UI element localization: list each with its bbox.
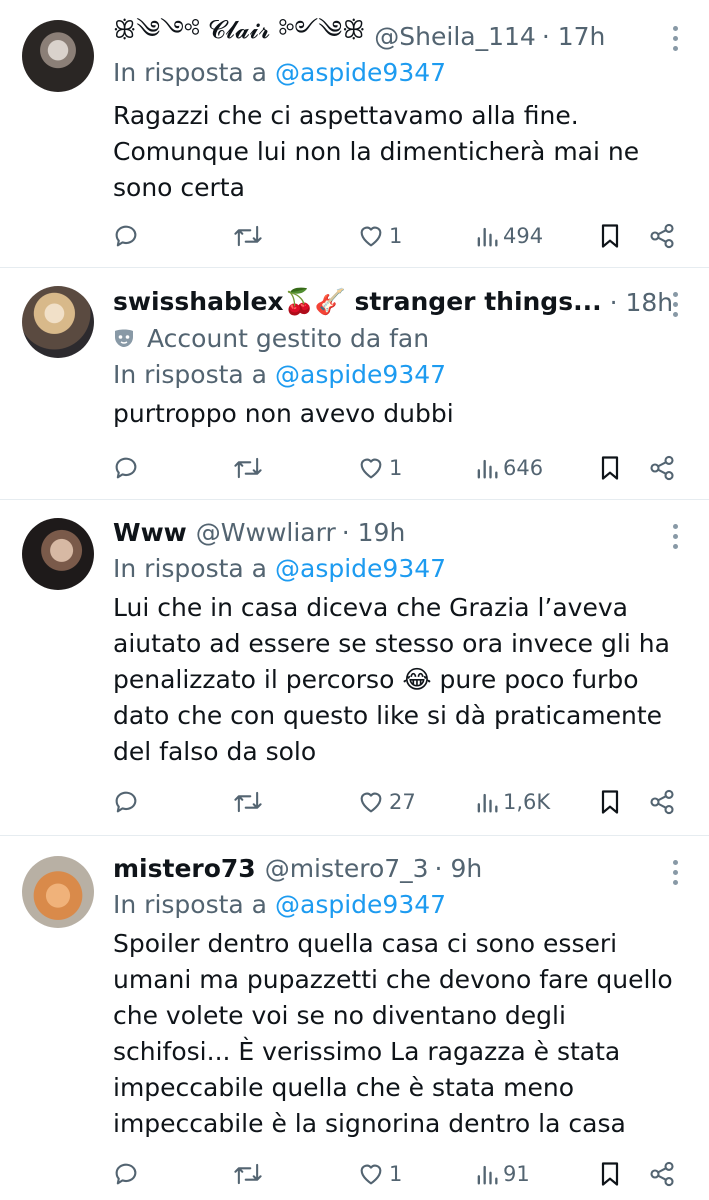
view-count: 494 — [503, 224, 544, 248]
reply-context: In risposta a @aspide9347 — [113, 356, 689, 392]
like-button[interactable]: 1 — [357, 218, 402, 254]
share-icon — [650, 223, 674, 249]
reply-icon — [115, 1163, 137, 1185]
avatar[interactable] — [22, 518, 94, 590]
avatar[interactable] — [22, 856, 94, 928]
bookmark-icon — [601, 1162, 619, 1186]
views-button[interactable]: 1,6K — [475, 784, 550, 820]
reply-icon — [115, 791, 137, 813]
bookmark-button[interactable] — [597, 1156, 623, 1192]
handle[interactable]: @mistero7_3 — [265, 854, 429, 883]
reply-mention[interactable]: @aspide9347 — [275, 890, 446, 919]
bookmark-icon — [601, 224, 619, 248]
like-button[interactable]: 27 — [357, 784, 416, 820]
reply-button[interactable] — [112, 784, 140, 820]
bookmark-button[interactable] — [597, 450, 623, 486]
like-button[interactable]: 1 — [357, 450, 402, 486]
view-count: 1,6K — [503, 790, 551, 814]
share-button[interactable] — [648, 450, 676, 486]
share-icon — [650, 455, 674, 481]
tweet[interactable]: ꕥ༄༺ 𝓒𝓵𝓪𝓲𝓻 ༻༄ꕥ @Sheila_114 · 17h In rispo… — [0, 0, 709, 268]
view-count: 646 — [503, 456, 544, 480]
fan-account-label: Account gestito da fan — [113, 320, 689, 356]
tweet-text: Ragazzi che ci aspettavamo alla fine. Co… — [113, 101, 640, 202]
reply-mention[interactable]: @aspide9347 — [275, 554, 446, 583]
like-count: 27 — [389, 790, 416, 814]
retweet-icon — [234, 457, 262, 479]
views-icon — [477, 459, 498, 479]
like-icon — [360, 1164, 382, 1185]
like-count: 1 — [389, 1162, 403, 1186]
fan-label: Account gestito da fan — [147, 323, 430, 353]
reply-context: In risposta a @aspide9347 — [113, 886, 689, 922]
tweet[interactable]: swisshablex🍒🎸 stranger things... · 18h A… — [0, 268, 709, 500]
share-button[interactable] — [648, 1156, 676, 1192]
views-icon — [477, 227, 498, 247]
reply-button[interactable] — [112, 450, 140, 486]
reply-prefix: In risposta a — [113, 553, 267, 583]
display-name[interactable]: swisshablex🍒🎸 stranger things... — [113, 287, 602, 317]
bookmark-icon — [601, 456, 619, 480]
retweet-button[interactable] — [232, 450, 264, 486]
retweet-icon — [234, 225, 262, 247]
share-icon — [650, 789, 674, 815]
handle[interactable]: @Wwwliarr — [196, 518, 336, 547]
timestamp[interactable]: · 17h — [542, 22, 606, 51]
retweet-icon — [234, 791, 262, 813]
reply-icon — [115, 457, 137, 479]
view-count: 91 — [503, 1162, 530, 1186]
views-icon — [477, 793, 498, 813]
avatar[interactable] — [22, 286, 94, 358]
like-button[interactable]: 1 — [357, 1156, 402, 1192]
reply-icon — [115, 225, 137, 247]
share-icon — [650, 1161, 674, 1187]
tweet-text: Lui che in casa diceva che Grazia l’avev… — [113, 593, 670, 766]
views-button[interactable]: 494 — [475, 218, 543, 254]
like-icon — [360, 226, 382, 247]
timestamp[interactable]: · 9h — [435, 854, 483, 883]
reply-prefix: In risposta a — [113, 359, 267, 389]
reply-mention[interactable]: @aspide9347 — [275, 360, 446, 389]
tweet-text: Spoiler dentro quella casa ci sono esser… — [113, 929, 673, 1138]
reply-context: In risposta a @aspide9347 — [113, 550, 689, 586]
reply-mention[interactable]: @aspide9347 — [275, 58, 446, 87]
timestamp[interactable]: · 18h — [610, 288, 674, 317]
like-icon — [360, 792, 382, 813]
like-count: 1 — [389, 456, 403, 480]
bookmark-button[interactable] — [597, 218, 623, 254]
reply-button[interactable] — [112, 218, 140, 254]
display-name[interactable]: mistero73 — [113, 854, 256, 883]
reply-prefix: In risposta a — [113, 889, 267, 919]
reply-prefix: In risposta a — [113, 57, 267, 87]
like-icon — [360, 458, 382, 479]
bookmark-icon — [601, 790, 619, 814]
views-button[interactable]: 91 — [475, 1156, 530, 1192]
tweet[interactable]: mistero73 @mistero7_3 · 9h In risposta a… — [0, 836, 709, 1200]
views-button[interactable]: 646 — [475, 450, 543, 486]
like-count: 1 — [389, 224, 403, 248]
retweet-button[interactable] — [232, 1156, 264, 1192]
share-button[interactable] — [648, 218, 676, 254]
display-name[interactable]: Www — [113, 518, 187, 547]
timestamp[interactable]: · 19h — [342, 518, 406, 547]
views-icon — [477, 1165, 498, 1185]
retweet-button[interactable] — [232, 784, 264, 820]
tweet[interactable]: Www @Wwwliarr · 19h In risposta a @aspid… — [0, 500, 709, 836]
reply-button[interactable] — [112, 1156, 140, 1192]
retweet-button[interactable] — [232, 218, 264, 254]
share-button[interactable] — [648, 784, 676, 820]
avatar[interactable] — [22, 20, 94, 92]
tweet-text: purtroppo non avevo dubbi — [113, 399, 454, 428]
retweet-icon — [234, 1163, 262, 1185]
fan-mask-icon — [115, 329, 133, 347]
bookmark-button[interactable] — [597, 784, 623, 820]
reply-context: In risposta a @aspide9347 — [113, 54, 689, 90]
handle[interactable]: @Sheila_114 — [374, 22, 536, 51]
